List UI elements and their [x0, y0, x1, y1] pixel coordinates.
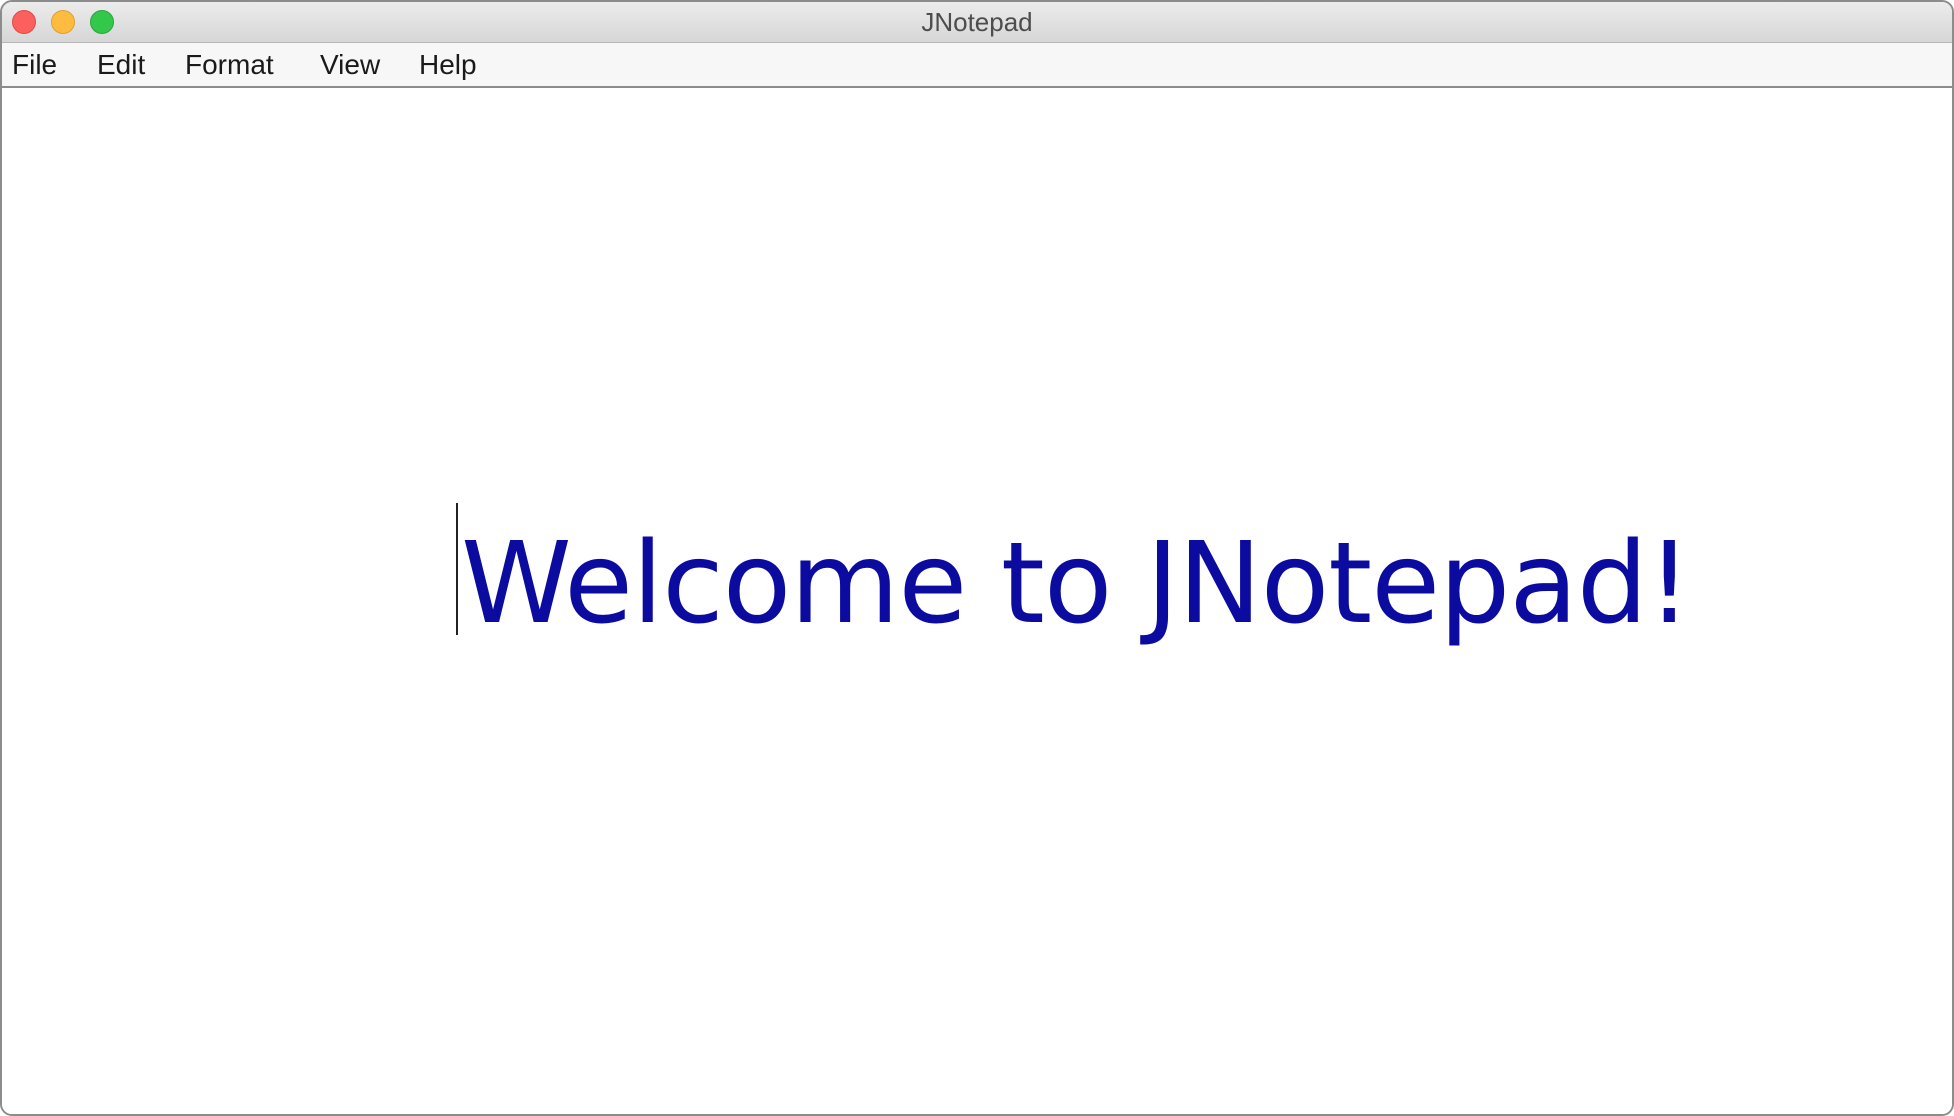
menu-file[interactable]: File	[12, 43, 57, 86]
menu-edit[interactable]: Edit	[97, 43, 145, 86]
text-caret	[456, 503, 458, 635]
document-text[interactable]: Welcome to JNotepad!	[461, 518, 1692, 650]
menu-bar: File Edit Format View Help	[2, 43, 1952, 88]
menu-help[interactable]: Help	[419, 43, 477, 86]
menu-view[interactable]: View	[320, 43, 380, 86]
text-editor-area[interactable]: Welcome to JNotepad!	[2, 88, 1952, 1114]
window-title: JNotepad	[921, 7, 1033, 37]
menu-format[interactable]: Format	[185, 43, 274, 86]
title-bar[interactable]: JNotepad	[2, 2, 1952, 43]
app-window: JNotepad File Edit Format View Help Welc…	[0, 0, 1954, 1116]
